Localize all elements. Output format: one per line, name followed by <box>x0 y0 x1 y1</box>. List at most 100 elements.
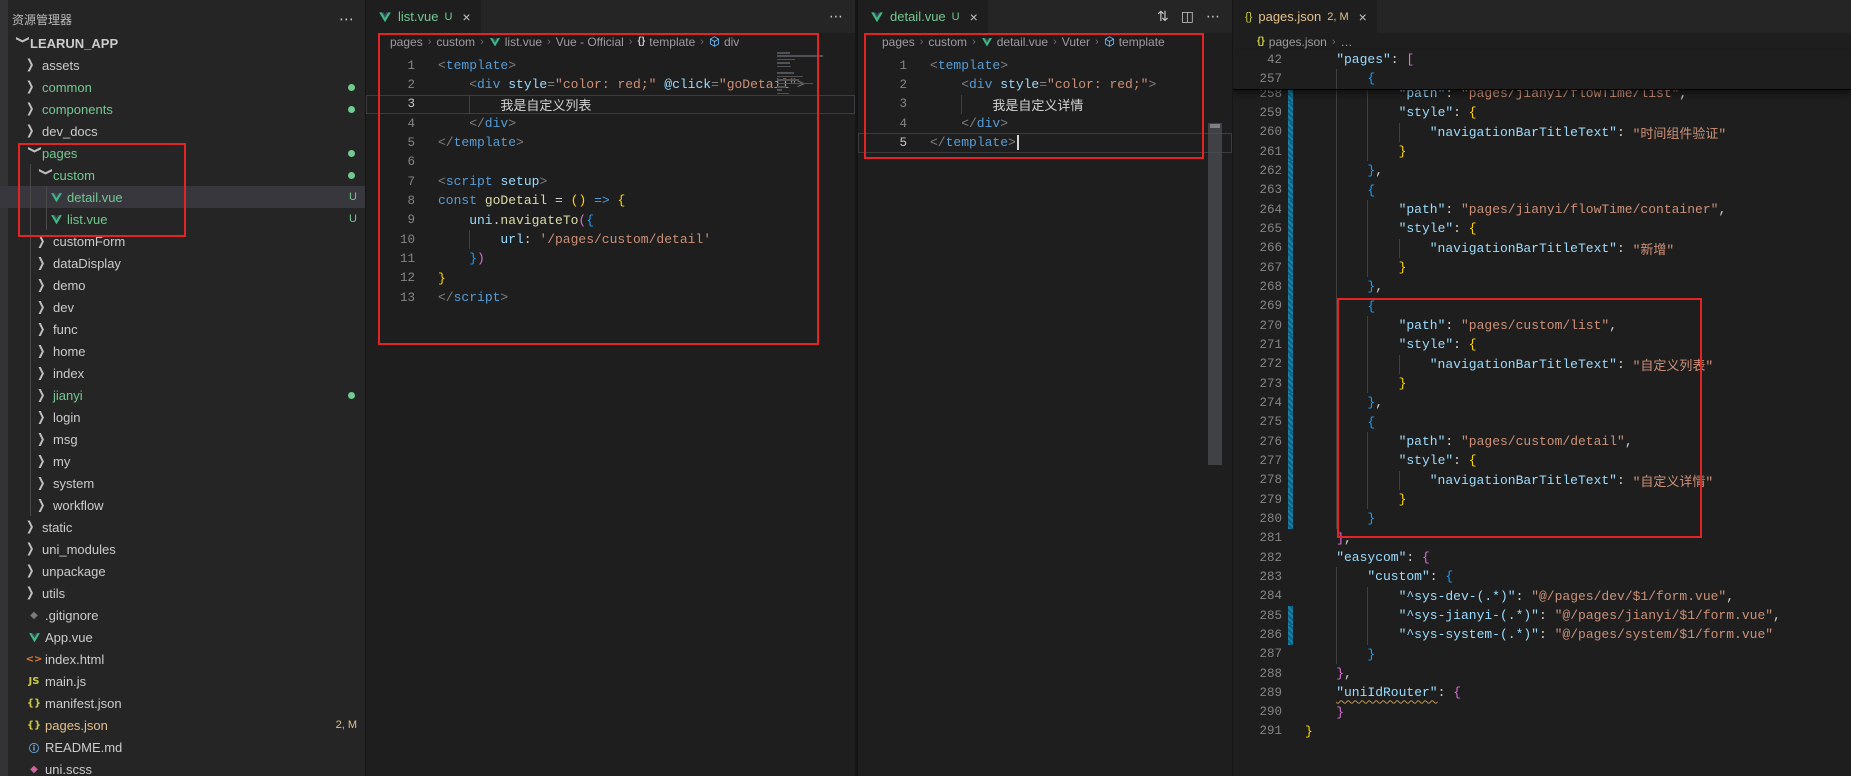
code-line-289[interactable]: 289"uniIdRouter": { <box>1233 683 1851 702</box>
tree-item-dev_docs[interactable]: ❯dev_docs <box>0 120 365 142</box>
code-line-263[interactable]: 263{ <box>1233 181 1851 200</box>
tree-item-detail.vue[interactable]: detail.vueU <box>0 186 365 208</box>
code-line-281[interactable]: 281], <box>1233 529 1851 548</box>
breadcrumb-item-template[interactable]: {}template <box>637 35 695 49</box>
breadcrumb-item-pages[interactable]: pages <box>882 35 915 49</box>
breadcrumb-item-custom[interactable]: custom <box>928 35 967 49</box>
code-line-1[interactable]: 1<template> <box>858 56 1232 75</box>
code-line-265[interactable]: 265"style": { <box>1233 219 1851 238</box>
code-line-291[interactable]: 291} <box>1233 722 1851 741</box>
tree-item-README.md[interactable]: ⓘREADME.md <box>0 736 365 758</box>
code-line-272[interactable]: 272"navigationBarTitleText": "自定义列表" <box>1233 355 1851 374</box>
code-line-8[interactable]: 8const goDetail = () => { <box>366 191 855 210</box>
tree-item-list.vue[interactable]: list.vueU <box>0 208 365 230</box>
tree-item-system[interactable]: ❯system <box>0 472 365 494</box>
code-line-5[interactable]: 5</template> <box>366 133 855 152</box>
code-line-9[interactable]: 9uni.navigateTo({ <box>366 211 855 230</box>
close-icon[interactable]: × <box>1359 9 1367 25</box>
code-line-274[interactable]: 274}, <box>1233 393 1851 412</box>
code-line-277[interactable]: 277"style": { <box>1233 451 1851 470</box>
breadcrumb-item-list.vue[interactable]: list.vue <box>489 35 542 49</box>
more-actions-icon[interactable]: ⋯ <box>1206 9 1220 25</box>
code-line-284[interactable]: 284"^sys-dev-(.*)": "@/pages/dev/$1/form… <box>1233 587 1851 606</box>
tree-item-pages[interactable]: ❯pages <box>0 142 365 164</box>
code-line-10[interactable]: 10url: '/pages/custom/detail' <box>366 230 855 249</box>
code-line-270[interactable]: 270"path": "pages/custom/list", <box>1233 316 1851 335</box>
minimap[interactable] <box>775 52 847 116</box>
code-line-7[interactable]: 7<script setup> <box>366 172 855 191</box>
tree-item-jianyi[interactable]: ❯jianyi <box>0 384 365 406</box>
code-line-262[interactable]: 262}, <box>1233 161 1851 180</box>
breadcrumb-item-template[interactable]: template <box>1104 35 1165 49</box>
code-line-259[interactable]: 259"style": { <box>1233 103 1851 122</box>
code-line-278[interactable]: 278"navigationBarTitleText": "自定义详情" <box>1233 471 1851 490</box>
open-changes-icon[interactable]: ⇅ <box>1157 9 1169 25</box>
code-line-267[interactable]: 267} <box>1233 258 1851 277</box>
code-line-266[interactable]: 266"navigationBarTitleText": "新增" <box>1233 239 1851 258</box>
tree-item-customForm[interactable]: ❯customForm <box>0 230 365 252</box>
more-actions-icon[interactable]: ⋯ <box>829 9 843 25</box>
code-line-287[interactable]: 287} <box>1233 645 1851 664</box>
code-line-280[interactable]: 280} <box>1233 509 1851 528</box>
breadcrumb-item-pages.json[interactable]: {}pages.json <box>1257 35 1327 49</box>
tree-item-demo[interactable]: ❯demo <box>0 274 365 296</box>
code-line-276[interactable]: 276"path": "pages/custom/detail", <box>1233 432 1851 451</box>
code-line-268[interactable]: 268}, <box>1233 277 1851 296</box>
code-line-13[interactable]: 13</script> <box>366 288 855 307</box>
code-line-285[interactable]: 285"^sys-jianyi-(.*)": "@/pages/jianyi/$… <box>1233 606 1851 625</box>
tab-pages.json[interactable]: {}pages.json2, M× <box>1233 0 1377 33</box>
tree-item-func[interactable]: ❯func <box>0 318 365 340</box>
code-line-279[interactable]: 279} <box>1233 490 1851 509</box>
close-icon[interactable]: × <box>462 9 470 25</box>
code-line-4[interactable]: 4</div> <box>858 114 1232 133</box>
code-line-257[interactable]: 257{ <box>1233 69 1851 88</box>
breadcrumb-item-Vuter[interactable]: Vuter <box>1062 35 1090 49</box>
tree-item-workflow[interactable]: ❯workflow <box>0 494 365 516</box>
code-line-264[interactable]: 264"path": "pages/jianyi/flowTime/contai… <box>1233 200 1851 219</box>
tree-item-components[interactable]: ❯components <box>0 98 365 120</box>
breadcrumb-item-div[interactable]: div <box>709 35 739 49</box>
code-line-2[interactable]: 2<div style="color: red;"> <box>858 75 1232 94</box>
tree-item-uni_modules[interactable]: ❯uni_modules <box>0 538 365 560</box>
breadcrumb-item-Vue - Official[interactable]: Vue - Official <box>556 35 624 49</box>
code-line-286[interactable]: 286"^sys-system-(.*)": "@/pages/system/$… <box>1233 625 1851 644</box>
tree-item-home[interactable]: ❯home <box>0 340 365 362</box>
tree-item-index[interactable]: ❯index <box>0 362 365 384</box>
code-line-271[interactable]: 271"style": { <box>1233 335 1851 354</box>
tree-item-main.js[interactable]: JSmain.js <box>0 670 365 692</box>
tree-item-dataDisplay[interactable]: ❯dataDisplay <box>0 252 365 274</box>
tree-item-assets[interactable]: ❯assets <box>0 54 365 76</box>
tree-item-msg[interactable]: ❯msg <box>0 428 365 450</box>
tree-item-dev[interactable]: ❯dev <box>0 296 365 318</box>
code-line-12[interactable]: 12} <box>366 269 855 288</box>
code-line-3[interactable]: 3我是自定义详情 <box>858 95 1232 114</box>
scrollbar-thumb[interactable] <box>1208 123 1222 465</box>
code-line-273[interactable]: 273} <box>1233 374 1851 393</box>
code-line-269[interactable]: 269{ <box>1233 297 1851 316</box>
tree-item-my[interactable]: ❯my <box>0 450 365 472</box>
breadcrumb-item-pages[interactable]: pages <box>390 35 423 49</box>
code-line-5[interactable]: 5</template> <box>858 133 1232 152</box>
sticky-scroll[interactable]: 42"pages": [257{ <box>1233 50 1851 90</box>
tree-item-pages.json[interactable]: {}pages.json2, M <box>0 714 365 736</box>
tree-item-utils[interactable]: ❯utils <box>0 582 365 604</box>
code-line-282[interactable]: 282"easycom": { <box>1233 548 1851 567</box>
code-line-261[interactable]: 261} <box>1233 142 1851 161</box>
breadcrumb-item-custom[interactable]: custom <box>436 35 475 49</box>
tree-item-manifest.json[interactable]: {}manifest.json <box>0 692 365 714</box>
tree-item-uni.scss[interactable]: ◆uni.scss <box>0 758 365 776</box>
code-line-275[interactable]: 275{ <box>1233 413 1851 432</box>
tree-item-custom[interactable]: ❯custom <box>0 164 365 186</box>
breadcrumb-item-detail.vue[interactable]: detail.vue <box>981 35 1048 49</box>
tab-detail.vue[interactable]: detail.vueU× <box>858 0 988 33</box>
close-icon[interactable]: × <box>970 9 978 25</box>
tree-item-login[interactable]: ❯login <box>0 406 365 428</box>
tab-list.vue[interactable]: list.vueU× <box>366 0 481 33</box>
code-line-11[interactable]: 11}) <box>366 249 855 268</box>
tree-item-App.vue[interactable]: App.vue <box>0 626 365 648</box>
breadcrumb-item-…[interactable]: … <box>1341 35 1353 49</box>
code-line-260[interactable]: 260"navigationBarTitleText": "时间组件验证" <box>1233 123 1851 142</box>
tree-item-static[interactable]: ❯static <box>0 516 365 538</box>
code-line-4[interactable]: 4</div> <box>366 114 855 133</box>
code-line-290[interactable]: 290} <box>1233 703 1851 722</box>
